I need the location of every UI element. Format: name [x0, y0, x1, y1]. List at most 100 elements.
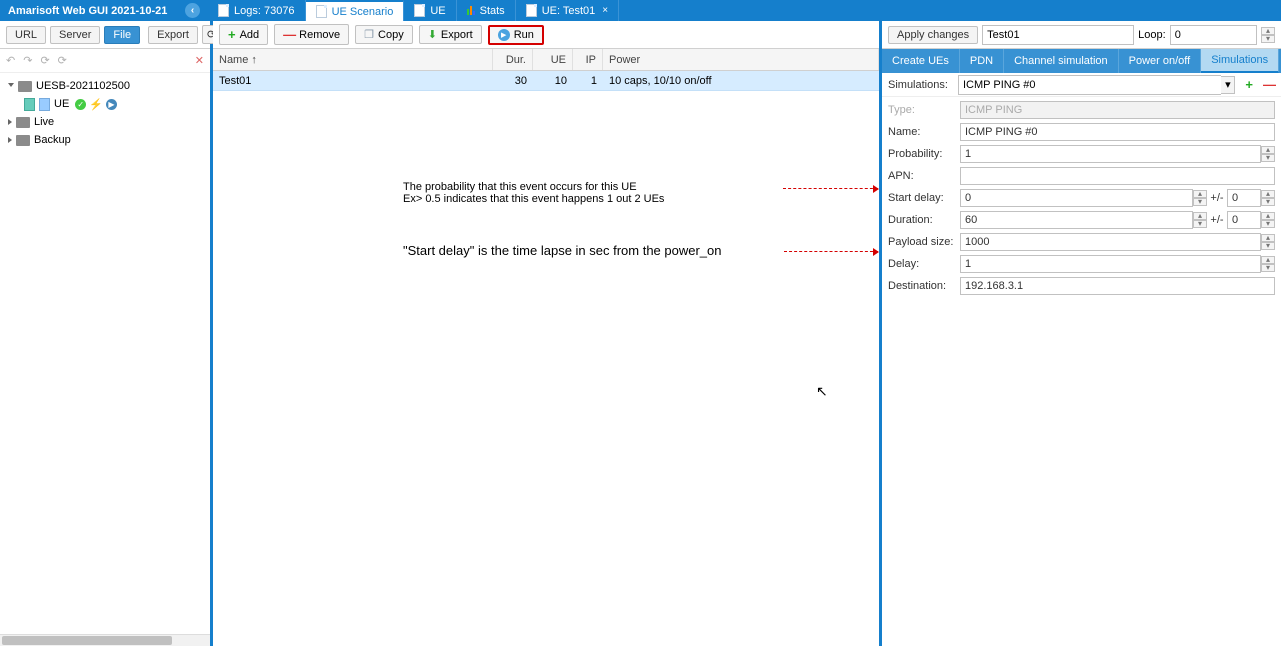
field-duration-pm-input[interactable]	[1227, 211, 1261, 229]
field-type-label: Type:	[888, 104, 960, 116]
export-center-button[interactable]: ⬇Export	[419, 25, 482, 44]
redo-icon[interactable]: ↷	[23, 54, 32, 67]
add-sim-button[interactable]: +	[1245, 77, 1253, 92]
main-tab-strip: Logs: 73076 UE Scenario UE Stats UE: Tes…	[208, 0, 619, 21]
tab-logs[interactable]: Logs: 73076	[208, 0, 306, 21]
field-start-delay-input[interactable]	[960, 189, 1193, 207]
spin-down-icon[interactable]: ▾	[1193, 220, 1207, 228]
doc-icon	[218, 4, 229, 17]
close-icon[interactable]: ×	[602, 5, 608, 16]
refresh-all-icon[interactable]: ⟳	[58, 54, 67, 67]
url-button[interactable]: URL	[6, 26, 46, 44]
col-ue[interactable]: UE	[533, 49, 573, 70]
col-dur[interactable]: Dur.	[493, 49, 533, 70]
field-delay-label: Delay:	[888, 258, 960, 270]
server-button[interactable]: Server	[50, 26, 100, 44]
scrollbar-thumb[interactable]	[2, 636, 172, 645]
loop-label: Loop:	[1138, 29, 1166, 41]
apply-changes-button[interactable]: Apply changes	[888, 26, 978, 44]
tab-simulations[interactable]: Simulations	[1201, 49, 1279, 73]
cursor-icon: ↖	[816, 383, 828, 400]
flash-icon: ⚡	[89, 98, 103, 111]
spin-down-icon[interactable]: ▾	[1261, 264, 1275, 272]
field-destination-input[interactable]	[960, 277, 1275, 295]
folder-icon	[16, 117, 30, 128]
tab-channel-sim[interactable]: Channel simulation	[1004, 49, 1119, 73]
doc-icon	[316, 5, 327, 18]
field-payload-input[interactable]	[960, 233, 1261, 251]
spin-down-icon[interactable]: ▾	[1261, 242, 1275, 250]
left-hscroll[interactable]	[0, 634, 210, 646]
reload-icon[interactable]: ⟳	[40, 54, 49, 67]
field-name-input[interactable]	[960, 123, 1275, 141]
field-delay-input[interactable]	[960, 255, 1261, 273]
cell-dur: 30	[493, 75, 533, 87]
add-button[interactable]: +Add	[219, 24, 268, 45]
tab-pdn[interactable]: PDN	[960, 49, 1004, 73]
export-icon: ⬇	[428, 28, 437, 41]
remove-button[interactable]: —Remove	[274, 24, 349, 45]
copy-icon: ❐	[364, 28, 374, 41]
copy-button[interactable]: ❐Copy	[355, 25, 413, 44]
tab-create-ues[interactable]: Create UEs	[882, 49, 960, 73]
file-button[interactable]: File	[104, 26, 140, 44]
spin-down-icon[interactable]: ▾	[1261, 198, 1275, 206]
col-ip[interactable]: IP	[573, 49, 603, 70]
expand-icon[interactable]	[8, 119, 12, 125]
spin-down-icon[interactable]: ▾	[1261, 154, 1275, 162]
field-apn-label: APN:	[888, 170, 960, 182]
stats-icon	[467, 6, 475, 15]
expand-icon[interactable]	[8, 137, 12, 143]
tab-stats[interactable]: Stats	[457, 0, 516, 21]
field-type-input	[960, 101, 1275, 119]
field-apn-input[interactable]	[960, 167, 1275, 185]
ue-doc-icon	[39, 98, 50, 111]
cell-ip: 1	[573, 75, 603, 87]
tab-ue-scenario[interactable]: UE Scenario	[306, 0, 405, 21]
dropdown-icon[interactable]: ▾	[1221, 76, 1235, 94]
doc-icon	[526, 4, 537, 17]
table-row[interactable]: Test01 30 10 1 10 caps, 10/10 on/off	[213, 71, 879, 91]
tree-live[interactable]: Live	[6, 113, 210, 131]
scenario-name-input[interactable]	[982, 25, 1134, 45]
clear-icon[interactable]: ✕	[195, 54, 204, 67]
spin-down-icon[interactable]: ▾	[1261, 35, 1275, 43]
field-start-delay-pm-input[interactable]	[1227, 189, 1261, 207]
tab-ue-test01[interactable]: UE: Test01×	[516, 0, 619, 21]
tree-root[interactable]: UESB-2021102500	[6, 77, 210, 95]
plus-icon: +	[228, 27, 236, 42]
tree-backup[interactable]: Backup	[6, 131, 210, 149]
collapse-left-icon[interactable]: ‹	[185, 3, 200, 18]
ue-config-icon	[24, 98, 35, 111]
col-power[interactable]: Power	[603, 49, 879, 70]
play-status-icon: ▶	[106, 99, 117, 110]
field-duration-input[interactable]	[960, 211, 1193, 229]
annotation-start-delay: "Start delay" is the time lapse in sec f…	[403, 243, 722, 258]
field-name-label: Name:	[888, 126, 960, 138]
folder-icon	[18, 81, 32, 92]
field-start-delay-label: Start delay:	[888, 192, 960, 204]
undo-icon[interactable]: ↶	[6, 54, 15, 67]
spin-down-icon[interactable]: ▾	[1193, 198, 1207, 206]
expand-icon[interactable]	[8, 83, 14, 90]
tab-power-onoff[interactable]: Power on/off	[1119, 49, 1202, 73]
loop-input[interactable]	[1170, 25, 1257, 45]
folder-icon	[16, 135, 30, 146]
run-button[interactable]: ▶Run	[488, 25, 544, 45]
simulations-label: Simulations:	[888, 79, 954, 91]
ok-status-icon: ✓	[75, 99, 86, 110]
spin-down-icon[interactable]: ▾	[1261, 220, 1275, 228]
export-button[interactable]: Export	[148, 26, 198, 44]
cell-ue: 10	[533, 75, 573, 87]
col-name[interactable]: Name ↑	[213, 49, 493, 70]
plus-minus-label: +/-	[1210, 192, 1224, 204]
tree-ue[interactable]: UE ✓ ⚡ ▶	[6, 95, 210, 113]
plus-minus-label: +/-	[1210, 214, 1224, 226]
app-title: Amarisoft Web GUI 2021-10-21	[8, 5, 167, 17]
field-payload-label: Payload size:	[888, 236, 960, 248]
tab-ue[interactable]: UE	[404, 0, 456, 21]
simulations-select[interactable]	[958, 75, 1221, 95]
remove-sim-button[interactable]: —	[1263, 77, 1275, 92]
field-probability-input[interactable]	[960, 145, 1261, 163]
cell-name: Test01	[213, 75, 493, 87]
